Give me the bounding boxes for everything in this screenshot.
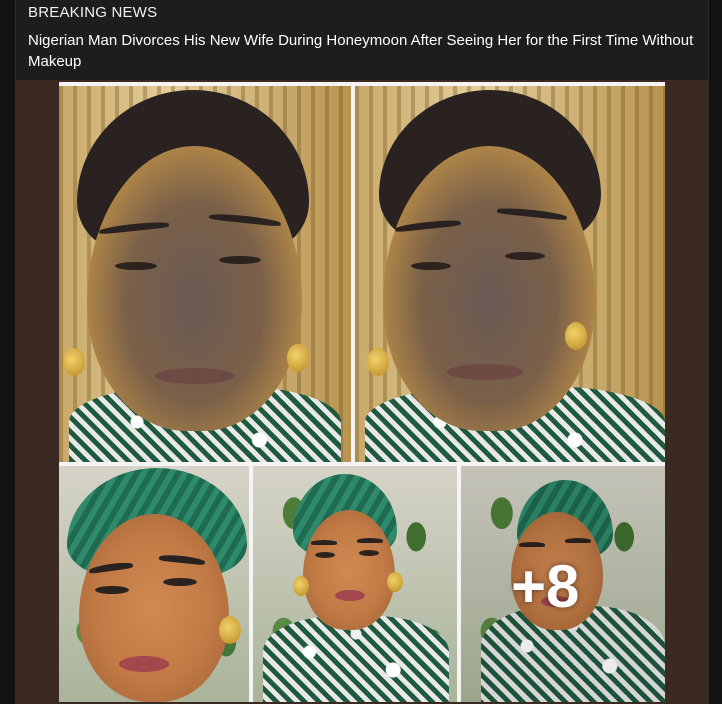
- left-brow: [311, 540, 337, 545]
- photo-collage[interactable]: i: [59, 82, 665, 702]
- right-earring: [387, 572, 403, 592]
- breaking-news-label: BREAKING NEWS: [28, 4, 158, 21]
- photo-makeup-2[interactable]: [253, 466, 457, 702]
- article-headline[interactable]: Nigerian Man Divorces His New Wife Durin…: [28, 30, 700, 72]
- right-eye: [359, 550, 379, 556]
- right-earring: [565, 322, 587, 350]
- lips: [335, 590, 365, 601]
- left-earring: [367, 348, 389, 376]
- news-card: BREAKING NEWS Nigerian Man Divorces His …: [15, 0, 709, 704]
- right-eye: [163, 578, 197, 586]
- left-eye: [95, 586, 129, 594]
- right-brow: [357, 538, 383, 543]
- right-earring: [287, 344, 309, 372]
- media-frame: i: [16, 80, 708, 704]
- lips: [447, 364, 523, 380]
- news-header: BREAKING NEWS Nigerian Man Divorces His …: [16, 0, 708, 80]
- left-eye: [115, 262, 157, 270]
- left-earring: [63, 348, 85, 376]
- face: [303, 510, 395, 630]
- right-eye: [505, 252, 545, 260]
- left-eye: [411, 262, 451, 270]
- left-eye: [315, 552, 335, 558]
- photo-makeup-3[interactable]: +8: [461, 466, 665, 702]
- photo-no-makeup-left[interactable]: [59, 86, 351, 462]
- lips: [119, 656, 169, 672]
- photo-makeup-1[interactable]: [59, 466, 249, 702]
- right-eye: [219, 256, 261, 264]
- more-photos-count[interactable]: +8: [511, 552, 579, 621]
- photo-no-makeup-right[interactable]: i: [355, 86, 665, 462]
- earring: [219, 616, 241, 644]
- lips: [155, 368, 235, 384]
- left-earring: [293, 576, 309, 596]
